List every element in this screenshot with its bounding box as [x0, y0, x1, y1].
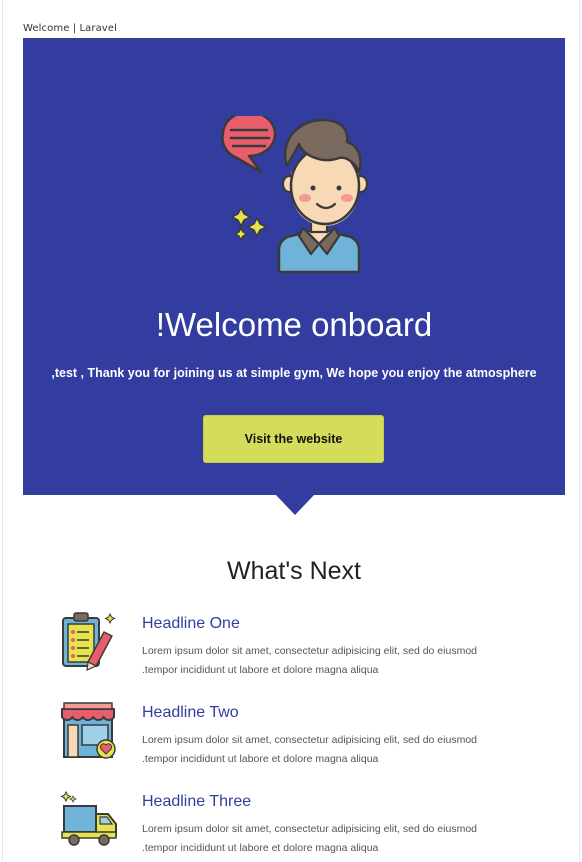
delivery-truck-icon	[60, 790, 117, 846]
clipboard-checklist-icon	[62, 612, 116, 671]
page-title: Welcome | Laravel	[23, 23, 117, 34]
visit-website-button[interactable]: Visit the website	[203, 415, 384, 463]
feature-description: Lorem ipsum dolor sit amet, consectetur …	[142, 734, 477, 765]
storefront-heart-icon	[61, 702, 116, 759]
hero-title: !Welcome onboard	[155, 306, 433, 343]
feature-description: Lorem ipsum dolor sit amet, consectetur …	[142, 823, 477, 854]
feature-description: Lorem ipsum dolor sit amet, consectetur …	[142, 645, 477, 676]
feature-item-headline-one: Headline One Lorem ipsum dolor sit amet,…	[60, 612, 520, 684]
person-with-speech-bubble-icon	[221, 116, 369, 274]
feature-item-headline-three: Headline Three Lorem ipsum dolor sit ame…	[60, 790, 520, 862]
feature-heading: Headline Three	[142, 793, 252, 810]
feature-heading: Headline Two	[142, 704, 239, 721]
hero-pointer	[276, 495, 314, 515]
feature-item-headline-two: Headline Two Lorem ipsum dolor sit amet,…	[60, 701, 520, 773]
feature-heading: Headline One	[142, 615, 240, 632]
hero-message: ,test , Thank you for joining us at simp…	[51, 366, 537, 380]
whats-next-title: What's Next	[227, 557, 361, 585]
